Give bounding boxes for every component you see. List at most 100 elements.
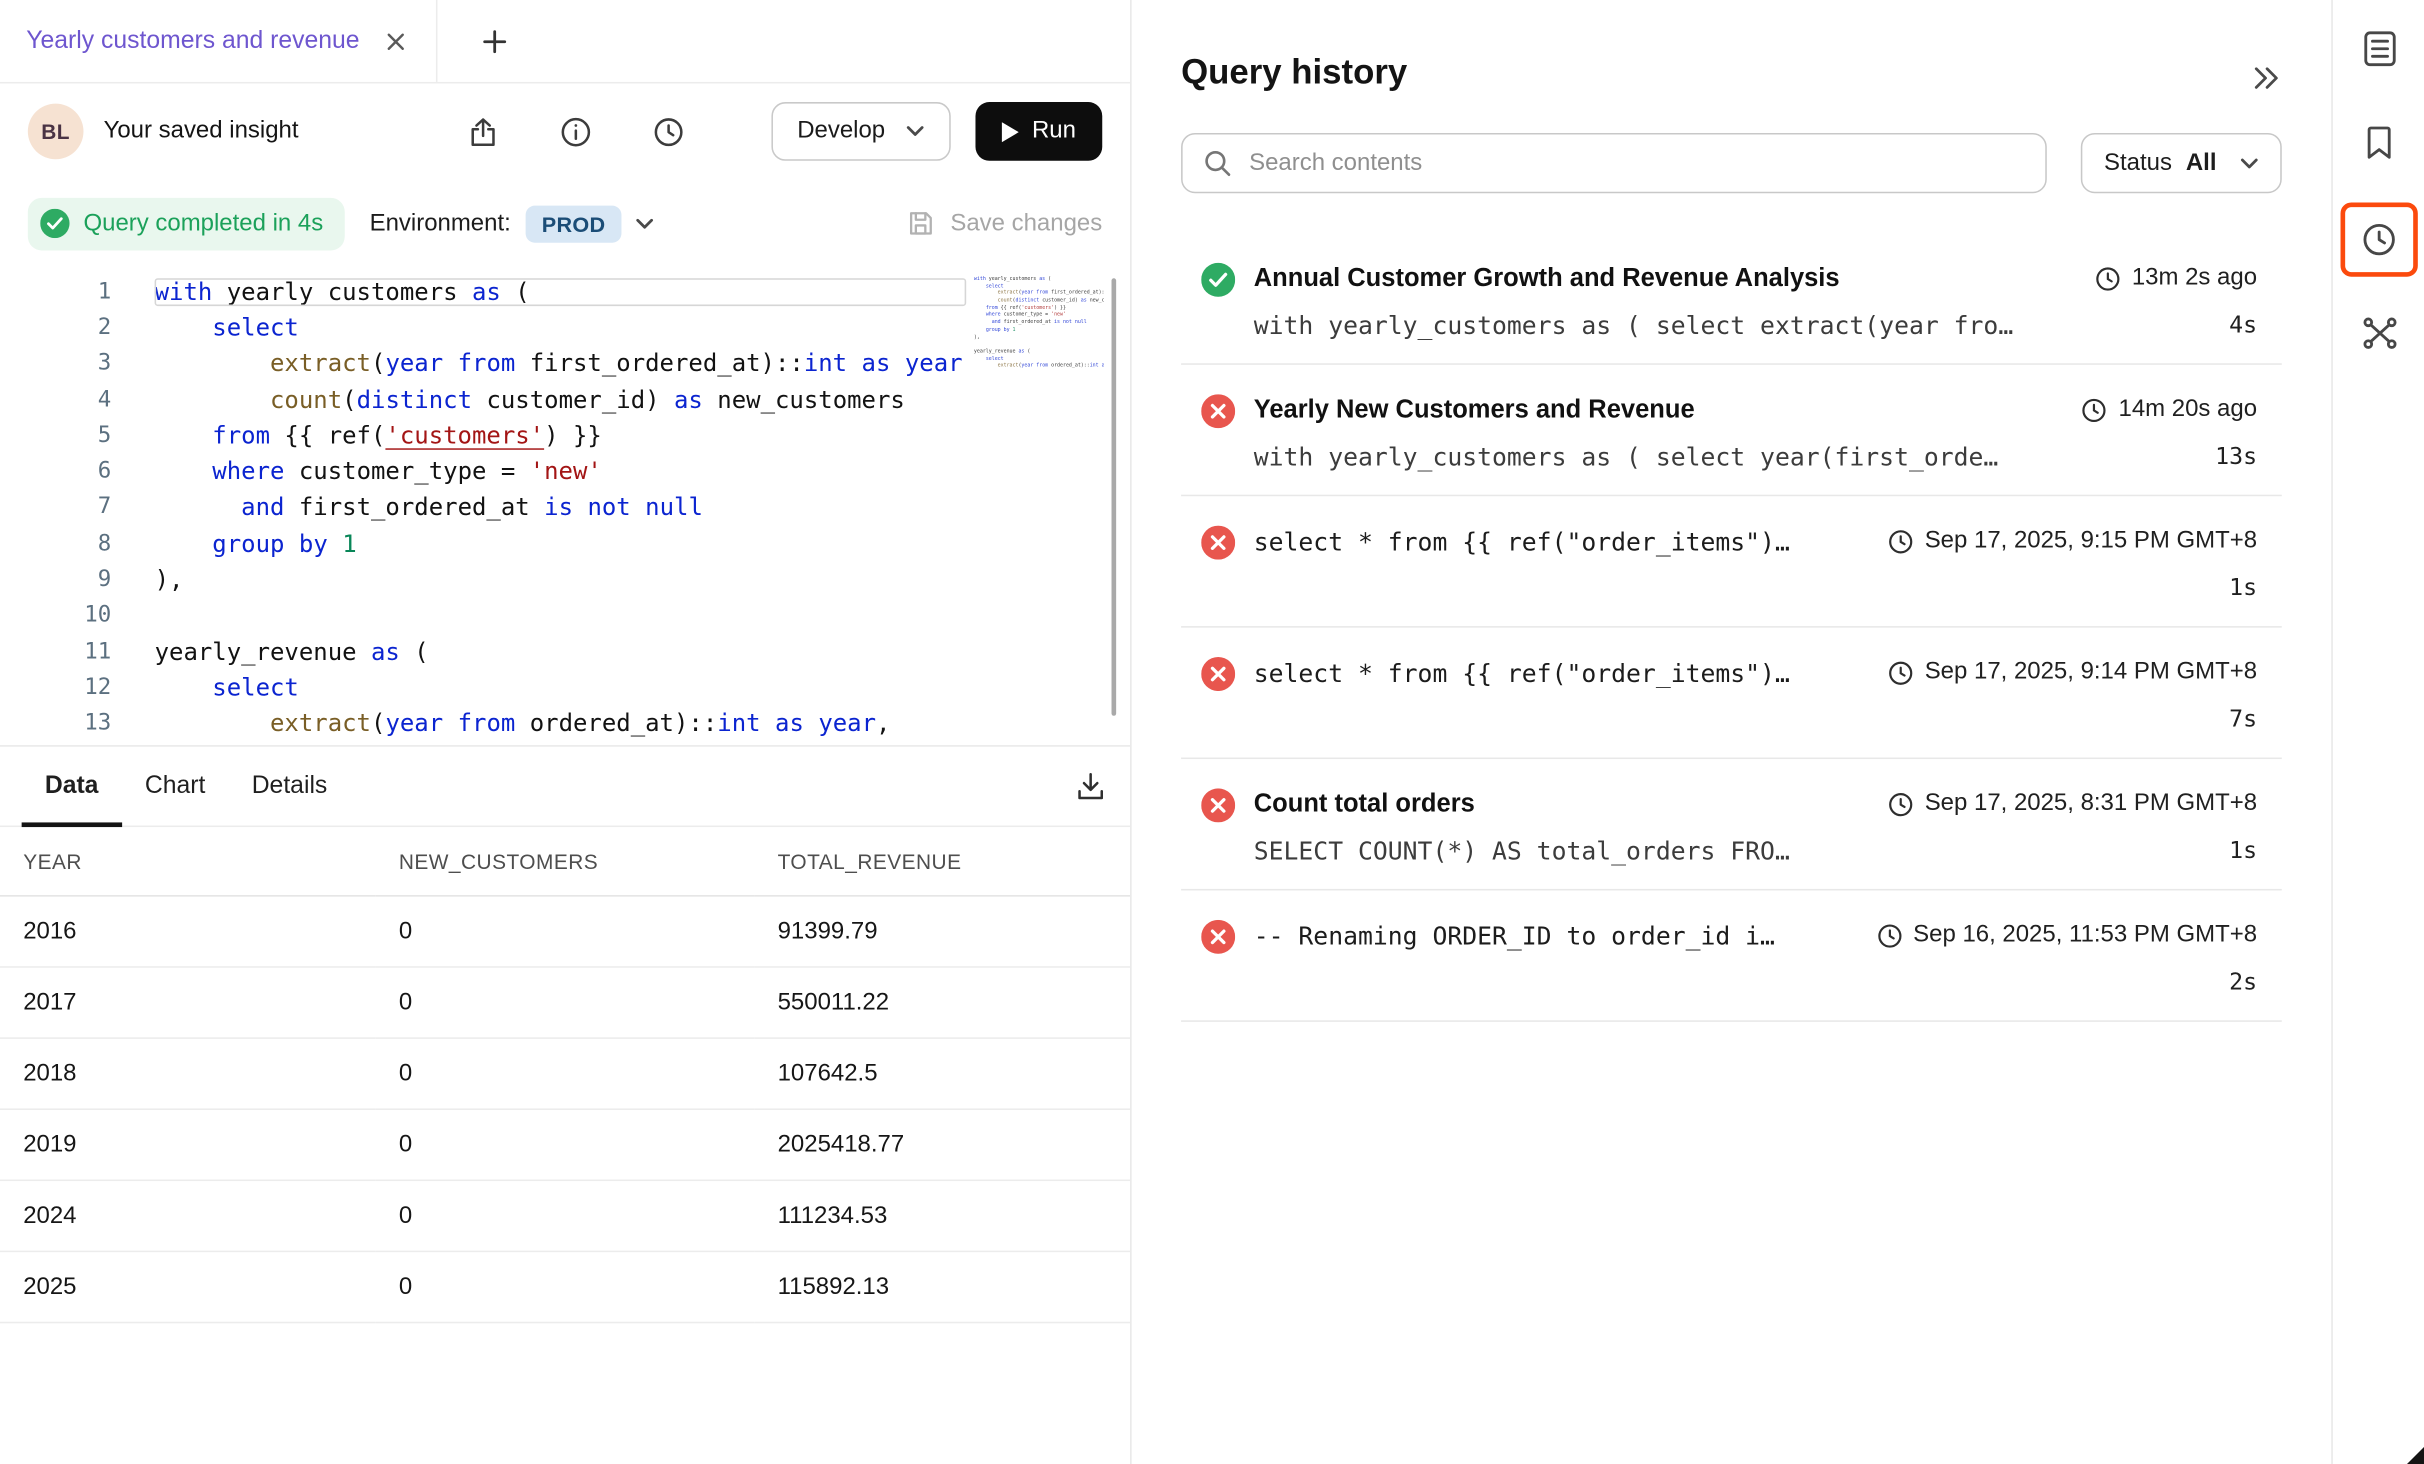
clock-icon xyxy=(2095,265,2121,291)
save-changes-button[interactable]: Save changes xyxy=(904,207,1102,239)
history-item-duration: 1s xyxy=(2229,574,2257,602)
lineage-icon[interactable] xyxy=(2344,298,2412,366)
download-icon[interactable] xyxy=(1073,768,1109,804)
history-item-duration: 7s xyxy=(2229,705,2257,733)
history-item[interactable]: select * from {{ ref("order_items")…Sep … xyxy=(1181,496,2282,607)
history-item-title: Annual Customer Growth and Revenue Analy… xyxy=(1254,264,2076,293)
run-label: Run xyxy=(1032,117,1076,145)
table-cell: 2018 xyxy=(0,1038,376,1109)
history-item-preview: with yearly_customers as ( select extrac… xyxy=(1254,310,2211,339)
right-icon-rail xyxy=(2331,0,2424,1464)
history-item[interactable]: select * from {{ ref("order_items")…Sep … xyxy=(1181,628,2282,739)
line-number: 3 xyxy=(0,351,155,376)
table-header-row: YEARNEW_CUSTOMERSTOTAL_REVENUE xyxy=(0,827,1130,896)
code-line[interactable]: 10 xyxy=(0,598,1130,634)
info-icon[interactable] xyxy=(558,114,594,150)
code-line[interactable]: 2 select xyxy=(0,310,1130,346)
history-item[interactable]: Count total ordersSep 17, 2025, 8:31 PM … xyxy=(1181,759,2282,870)
table-cell: 115892.13 xyxy=(754,1251,1130,1322)
table-cell: 2017 xyxy=(0,967,376,1038)
table-cell: 111234.53 xyxy=(754,1180,1130,1251)
table-row: 201902025418.77 xyxy=(0,1109,1130,1180)
search-box[interactable] xyxy=(1181,133,2047,193)
query-status-text: Query completed in 4s xyxy=(83,209,323,237)
history-item-title: Count total orders xyxy=(1254,789,1869,818)
history-item-duration: 2s xyxy=(2229,968,2257,996)
table-cell: 550011.22 xyxy=(754,967,1130,1038)
close-tab-icon[interactable] xyxy=(381,27,409,55)
tab-yearly-customers[interactable]: Yearly customers and revenue xyxy=(0,0,437,82)
error-icon xyxy=(1201,526,1235,560)
clock-icon xyxy=(1888,528,1914,554)
new-tab-button[interactable] xyxy=(471,0,517,82)
save-icon xyxy=(904,207,936,239)
sql-editor[interactable]: 1with yearly_customers as (2 select3 ext… xyxy=(0,266,1130,745)
history-item[interactable]: -- Renaming ORDER_ID to order_id i…Sep 1… xyxy=(1181,890,2282,1001)
success-icon xyxy=(1201,263,1235,297)
history-item[interactable]: Yearly New Customers and Revenue14m 20s … xyxy=(1181,365,2282,476)
saved-insight-label: Your saved insight xyxy=(104,117,299,145)
column-header: NEW_CUSTOMERS xyxy=(376,827,755,896)
table-cell: 107642.5 xyxy=(754,1038,1130,1109)
line-number: 12 xyxy=(0,675,155,700)
code-line[interactable]: 1with yearly_customers as ( xyxy=(0,274,1130,310)
tab-details[interactable]: Details xyxy=(229,747,351,826)
table-cell: 0 xyxy=(376,1038,755,1109)
line-number: 4 xyxy=(0,387,155,412)
table-cell: 2024 xyxy=(0,1180,376,1251)
column-header: TOTAL_REVENUE xyxy=(754,827,1130,896)
status-filter-dropdown[interactable]: Status All xyxy=(2081,133,2282,193)
environment-value-badge: PROD xyxy=(526,205,621,242)
bookmark-icon[interactable] xyxy=(2344,108,2412,176)
status-filter-label: Status xyxy=(2104,149,2172,177)
line-number: 6 xyxy=(0,459,155,484)
code-line[interactable]: 3 extract(year from first_ordered_at)::i… xyxy=(0,346,1130,382)
line-number: 13 xyxy=(0,711,155,736)
app-window: Yearly customers and revenue BL Your sav… xyxy=(0,0,2424,1464)
column-header: YEAR xyxy=(0,827,376,896)
check-circle-icon xyxy=(40,209,69,238)
table-cell: 2016 xyxy=(0,896,376,967)
code-line[interactable]: 12 select xyxy=(0,670,1130,706)
panel-title: Query history xyxy=(1181,53,2282,93)
table-cell: 91399.79 xyxy=(754,896,1130,967)
run-button[interactable]: Run xyxy=(975,102,1102,161)
collapse-panel-icon[interactable] xyxy=(2252,65,2280,91)
code-line[interactable]: 5 from {{ ref('customers') }} xyxy=(0,418,1130,454)
code-line[interactable]: 4 count(distinct customer_id) as new_cus… xyxy=(0,382,1130,418)
search-input[interactable] xyxy=(1246,148,2025,179)
editor-scrollbar[interactable] xyxy=(1112,278,1116,715)
code-line[interactable]: 13 extract(year from ordered_at)::int as… xyxy=(0,706,1130,742)
environment-selector[interactable]: Environment: PROD xyxy=(370,205,654,242)
clock-icon xyxy=(2081,397,2107,423)
history-item-time: 13m 2s ago xyxy=(2095,264,2257,292)
editor-minimap[interactable]: with yearly_customers as ( select extrac… xyxy=(974,275,1104,731)
table-cell: 0 xyxy=(376,967,755,1038)
query-status-badge: Query completed in 4s xyxy=(28,197,345,250)
code-line[interactable]: 11yearly_revenue as ( xyxy=(0,634,1130,670)
develop-button[interactable]: Develop xyxy=(771,102,950,161)
code-line[interactable]: 6 where customer_type = 'new' xyxy=(0,454,1130,490)
tab-data[interactable]: Data xyxy=(22,747,122,826)
table-row: 20170550011.22 xyxy=(0,967,1130,1038)
history-icon[interactable] xyxy=(2340,203,2417,277)
clock-icon xyxy=(1888,659,1914,685)
results-table: YEARNEW_CUSTOMERSTOTAL_REVENUE 201609139… xyxy=(0,827,1130,1323)
error-icon xyxy=(1201,394,1235,428)
version-history-icon[interactable] xyxy=(651,114,687,150)
resize-corner[interactable] xyxy=(2407,1447,2424,1464)
code-line[interactable]: 9), xyxy=(0,562,1130,598)
code-line[interactable]: 8 group by 1 xyxy=(0,526,1130,562)
editor-panel: Yearly customers and revenue BL Your sav… xyxy=(0,0,1130,1464)
share-icon[interactable] xyxy=(465,114,501,150)
table-row: 2016091399.79 xyxy=(0,896,1130,967)
table-row: 20180107642.5 xyxy=(0,1038,1130,1109)
line-number: 2 xyxy=(0,315,155,340)
clock-icon xyxy=(1876,922,1902,948)
table-row: 20240111234.53 xyxy=(0,1180,1130,1251)
logs-icon[interactable] xyxy=(2344,14,2412,82)
tab-title: Yearly customers and revenue xyxy=(26,27,359,55)
tab-chart[interactable]: Chart xyxy=(122,747,229,826)
code-line[interactable]: 7 and first_ordered_at is not null xyxy=(0,490,1130,526)
history-item[interactable]: Annual Customer Growth and Revenue Analy… xyxy=(1181,233,2282,344)
